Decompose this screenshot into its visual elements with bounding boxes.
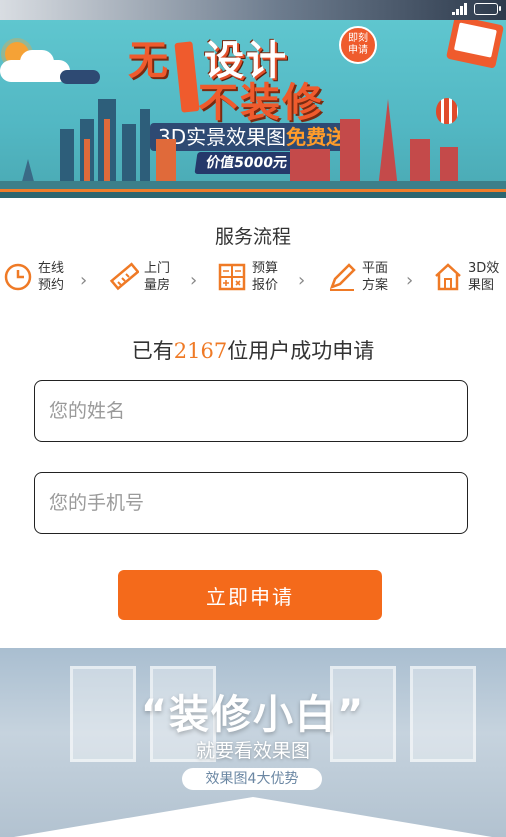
flow-step-label: 3D效 果图 bbox=[468, 261, 500, 293]
flow-step-label: 在线 预约 bbox=[38, 261, 65, 293]
clock-icon bbox=[2, 261, 34, 293]
advantages-pill[interactable]: 效果图4大优势 bbox=[182, 768, 322, 790]
chevron-right-icon: › bbox=[298, 270, 306, 291]
city-skyline-graphic bbox=[0, 99, 506, 189]
status-bar bbox=[0, 0, 506, 20]
chevron-right-icon: › bbox=[80, 270, 88, 291]
phone-input[interactable] bbox=[34, 472, 468, 534]
bottom-banner-headline: “装修小白” bbox=[140, 692, 366, 738]
apply-badge[interactable]: 即刻 申请 bbox=[339, 26, 377, 64]
pencil-icon bbox=[326, 261, 358, 293]
flow-step-label: 平面 方案 bbox=[362, 261, 389, 293]
calculator-icon bbox=[216, 261, 248, 293]
banner-chevron-shape bbox=[0, 797, 506, 837]
flow-step-measure: 上门 量房 bbox=[108, 260, 170, 294]
counter-suffix: 位用户成功申请 bbox=[227, 339, 375, 363]
battery-icon bbox=[474, 3, 501, 15]
flow-step-quote: 预算 报价 bbox=[216, 260, 278, 294]
headline-wu: 无 bbox=[128, 38, 170, 84]
house-icon bbox=[432, 261, 464, 293]
promo-banner[interactable]: 无设计 不装修 即刻 申请 3D实景效果图免费送 价值5000元 bbox=[0, 20, 506, 198]
chevron-right-icon: › bbox=[406, 270, 414, 291]
name-input[interactable] bbox=[34, 380, 468, 442]
service-flow-title: 服务流程 bbox=[214, 226, 291, 248]
cloud-shape bbox=[60, 70, 100, 84]
applicant-counter: 已有2167位用户成功申请 bbox=[0, 335, 506, 365]
apply-now-button[interactable]: 立即申请 bbox=[118, 570, 382, 620]
bottom-banner-subline: 就要看效果图 bbox=[195, 740, 310, 762]
flow-step-label: 上门 量房 bbox=[144, 261, 171, 293]
cloud-shape bbox=[20, 50, 54, 74]
flow-step-plan: 平面 方案 bbox=[326, 260, 388, 294]
counter-prefix: 已有 bbox=[131, 339, 174, 363]
monitor-icon bbox=[445, 20, 505, 69]
ruler-icon bbox=[108, 261, 140, 293]
counter-number: 2167 bbox=[173, 339, 228, 363]
chevron-right-icon: › bbox=[190, 270, 198, 291]
badge-line1: 即刻 bbox=[348, 33, 368, 44]
flow-step-label: 预算 报价 bbox=[252, 261, 279, 293]
signal-icon bbox=[452, 3, 468, 15]
flow-step-render: 3D效 果图 bbox=[432, 260, 499, 294]
flow-step-booking: 在线 预约 bbox=[2, 260, 64, 294]
service-flow: 在线 预约 › 上门 量房 › 预算 报价 › 平面 方案 › 3D效 果图 bbox=[0, 260, 506, 300]
badge-line2: 申请 bbox=[348, 45, 368, 56]
